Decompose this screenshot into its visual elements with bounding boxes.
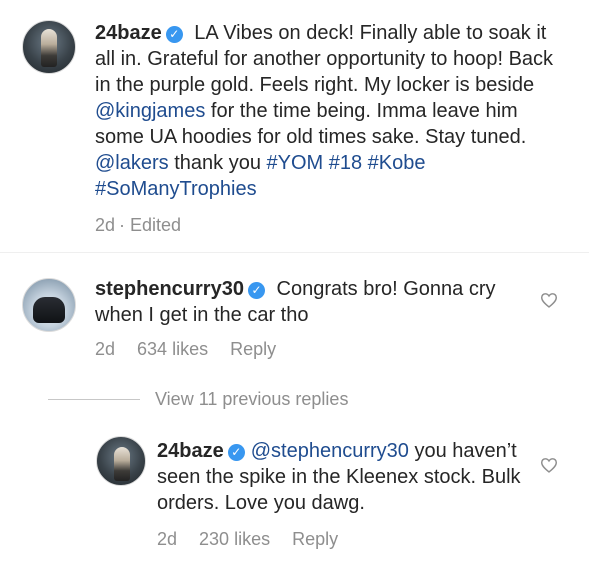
heart-outline-icon[interactable] (540, 457, 558, 473)
post-caption: 24baze ✓ LA Vibes on deck! Finally able t… (95, 20, 565, 202)
verified-badge-icon: ✓ (227, 444, 245, 461)
comment-username[interactable]: stephencurry30 (95, 278, 244, 300)
post-author-username[interactable]: 24baze (95, 22, 162, 44)
avatar-photo (114, 447, 130, 481)
view-replies-line (48, 399, 140, 400)
reply-meta: 2d 230 likes Reply (157, 528, 360, 550)
reply-time: 2d (157, 529, 178, 549)
caption-text-3: thank you (168, 152, 267, 174)
view-previous-replies-button[interactable]: View 11 previous replies (155, 388, 348, 410)
post-time: 2d (95, 215, 116, 235)
comment-avatar[interactable] (22, 278, 76, 332)
mention-stephencurry30-link[interactable]: @stephencurry30 (251, 440, 409, 462)
comment-time: 2d (95, 339, 116, 359)
reply-username[interactable]: 24baze (157, 440, 224, 462)
reply-avatar[interactable] (96, 436, 146, 486)
caption-text-1: LA Vibes on deck! Finally able to soak i… (95, 22, 554, 96)
verified-badge-icon: ✓ (247, 282, 265, 299)
post-author-avatar[interactable] (22, 20, 76, 74)
avatar-photo (41, 29, 57, 67)
heart-outline-icon[interactable] (540, 292, 558, 308)
comment-likes[interactable]: 634 likes (137, 339, 208, 359)
verified-badge-icon: ✓ (165, 26, 183, 43)
divider (0, 252, 589, 253)
comment-body: stephencurry30 ✓ Congrats bro! Gonna cry … (95, 276, 535, 328)
mention-kingjames-link[interactable]: @kingjames (95, 100, 205, 122)
comment-reply-button[interactable]: Reply (230, 339, 276, 359)
post-meta: 2d · Edited (95, 214, 203, 236)
post-edited-label: · Edited (119, 215, 182, 235)
avatar-photo (33, 297, 65, 323)
reply-reply-button[interactable]: Reply (292, 529, 338, 549)
reply-body: 24baze ✓ @stephencurry30 you haven’t seen … (157, 438, 532, 516)
comment-meta: 2d 634 likes Reply (95, 338, 298, 360)
mention-lakers-link[interactable]: @lakers (95, 152, 169, 174)
reply-likes[interactable]: 230 likes (199, 529, 270, 549)
